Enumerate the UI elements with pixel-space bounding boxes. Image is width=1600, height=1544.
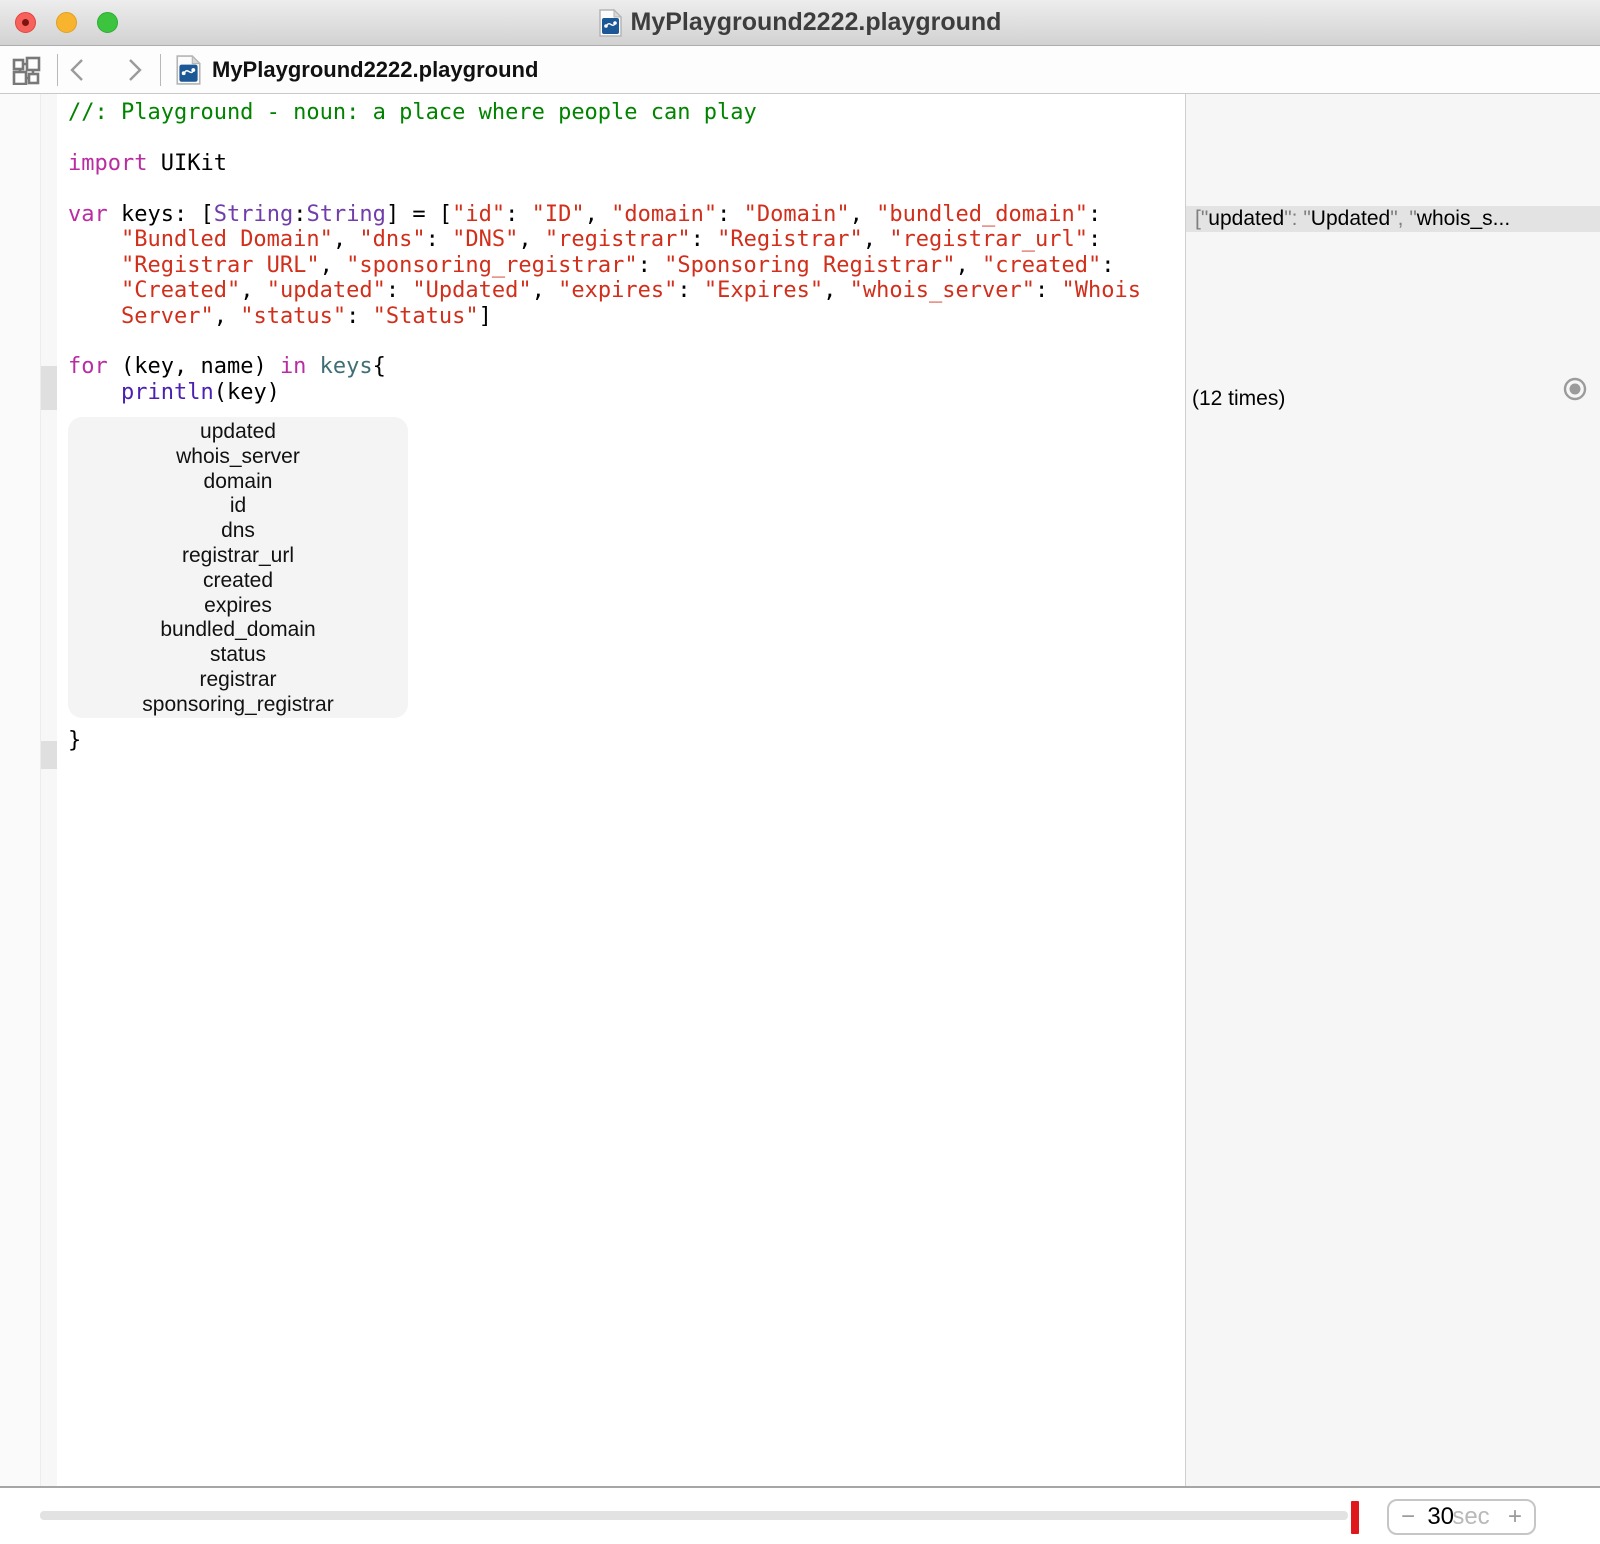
popup-value: updated xyxy=(200,420,276,443)
duration-increase-button[interactable]: + xyxy=(1508,1505,1522,1529)
toolbar-divider xyxy=(160,54,161,86)
inline-result-popup[interactable]: updated whois_server domain id dns registrar_… xyxy=(68,417,408,718)
editor-area: //: Playground - noun: a place where peo… xyxy=(0,94,1600,1486)
forward-button[interactable] xyxy=(120,57,146,83)
code-line[interactable]: Server", "status": "Status"] xyxy=(68,304,1141,329)
playground-file-icon[interactable] xyxy=(176,55,201,85)
jump-bar: MyPlayground2222.playground xyxy=(0,46,1600,94)
code-line[interactable]: var keys: [String:String] = ["id": "ID",… xyxy=(68,202,1141,227)
popup-value: registrar xyxy=(199,667,277,691)
code-line[interactable]: "Registrar URL", "sponsoring_registrar":… xyxy=(68,253,1141,278)
code-line[interactable]: } xyxy=(68,728,81,753)
popup-value: expires xyxy=(204,593,272,617)
playground-document-icon[interactable] xyxy=(598,8,622,37)
zoom-button[interactable] xyxy=(97,12,118,33)
close-button[interactable] xyxy=(15,12,36,33)
jumpbar-filename[interactable]: MyPlayground2222.playground xyxy=(212,46,538,94)
results-sidebar: ["updated": "Updated", "whois_s... (12 t… xyxy=(1186,94,1600,1486)
toolbar-divider xyxy=(57,54,58,86)
window-title: MyPlayground2222.playground xyxy=(630,8,1002,36)
code-line[interactable] xyxy=(68,125,1141,150)
editor-left-margin xyxy=(0,94,40,1486)
timeline-position-marker[interactable] xyxy=(1351,1501,1359,1534)
duration-value: 30 xyxy=(1427,1503,1455,1530)
source-code[interactable]: //: Playground - noun: a place where peo… xyxy=(68,100,1141,405)
code-line[interactable]: //: Playground - noun: a place where peo… xyxy=(68,100,1141,125)
code-line[interactable]: println(key) xyxy=(68,380,1141,405)
traffic-lights xyxy=(15,12,118,33)
popup-value: created xyxy=(202,568,274,592)
popup-value: domain xyxy=(203,469,273,493)
popup-value: bundled_domain xyxy=(160,618,316,642)
change-marker xyxy=(41,741,57,769)
duration-unit-label: sec xyxy=(1452,1503,1490,1530)
related-items-icon[interactable] xyxy=(12,56,41,85)
code-line[interactable] xyxy=(68,176,1141,201)
playground-timeline-bar: − 30 sec + xyxy=(0,1486,1600,1544)
popup-value: sponsoring_registrar xyxy=(142,692,334,716)
timeline-duration-stepper: − 30 sec + xyxy=(1387,1499,1536,1535)
show-result-toggle-icon[interactable] xyxy=(1563,377,1587,401)
duration-decrease-button[interactable]: − xyxy=(1401,1505,1415,1529)
code-line[interactable]: import UIKit xyxy=(68,151,1141,176)
popup-value: id xyxy=(229,494,247,518)
change-bar-gutter xyxy=(41,94,57,1486)
code-line[interactable]: for (key, name) in keys{ xyxy=(68,354,1141,379)
popup-value: registrar_url xyxy=(181,543,295,567)
back-button[interactable] xyxy=(66,57,92,83)
popup-value: status xyxy=(209,643,267,667)
timeline-slider-track[interactable] xyxy=(40,1511,1348,1520)
minimize-button[interactable] xyxy=(56,12,77,33)
change-marker xyxy=(41,366,57,410)
code-line[interactable]: "Created", "updated": "Updated", "expire… xyxy=(68,278,1141,303)
popup-value: dns xyxy=(221,519,255,543)
popup-value: whois_server xyxy=(176,444,300,468)
loop-count-result[interactable]: (12 times) xyxy=(1186,385,1600,413)
code-line[interactable] xyxy=(68,329,1141,354)
code-line[interactable]: "Bundled Domain", "dns": "DNS", "registr… xyxy=(68,227,1141,252)
result-value-preview[interactable]: ["updated": "Updated", "whois_s... xyxy=(1186,206,1600,232)
window-titlebar: MyPlayground2222.playground xyxy=(0,0,1600,46)
